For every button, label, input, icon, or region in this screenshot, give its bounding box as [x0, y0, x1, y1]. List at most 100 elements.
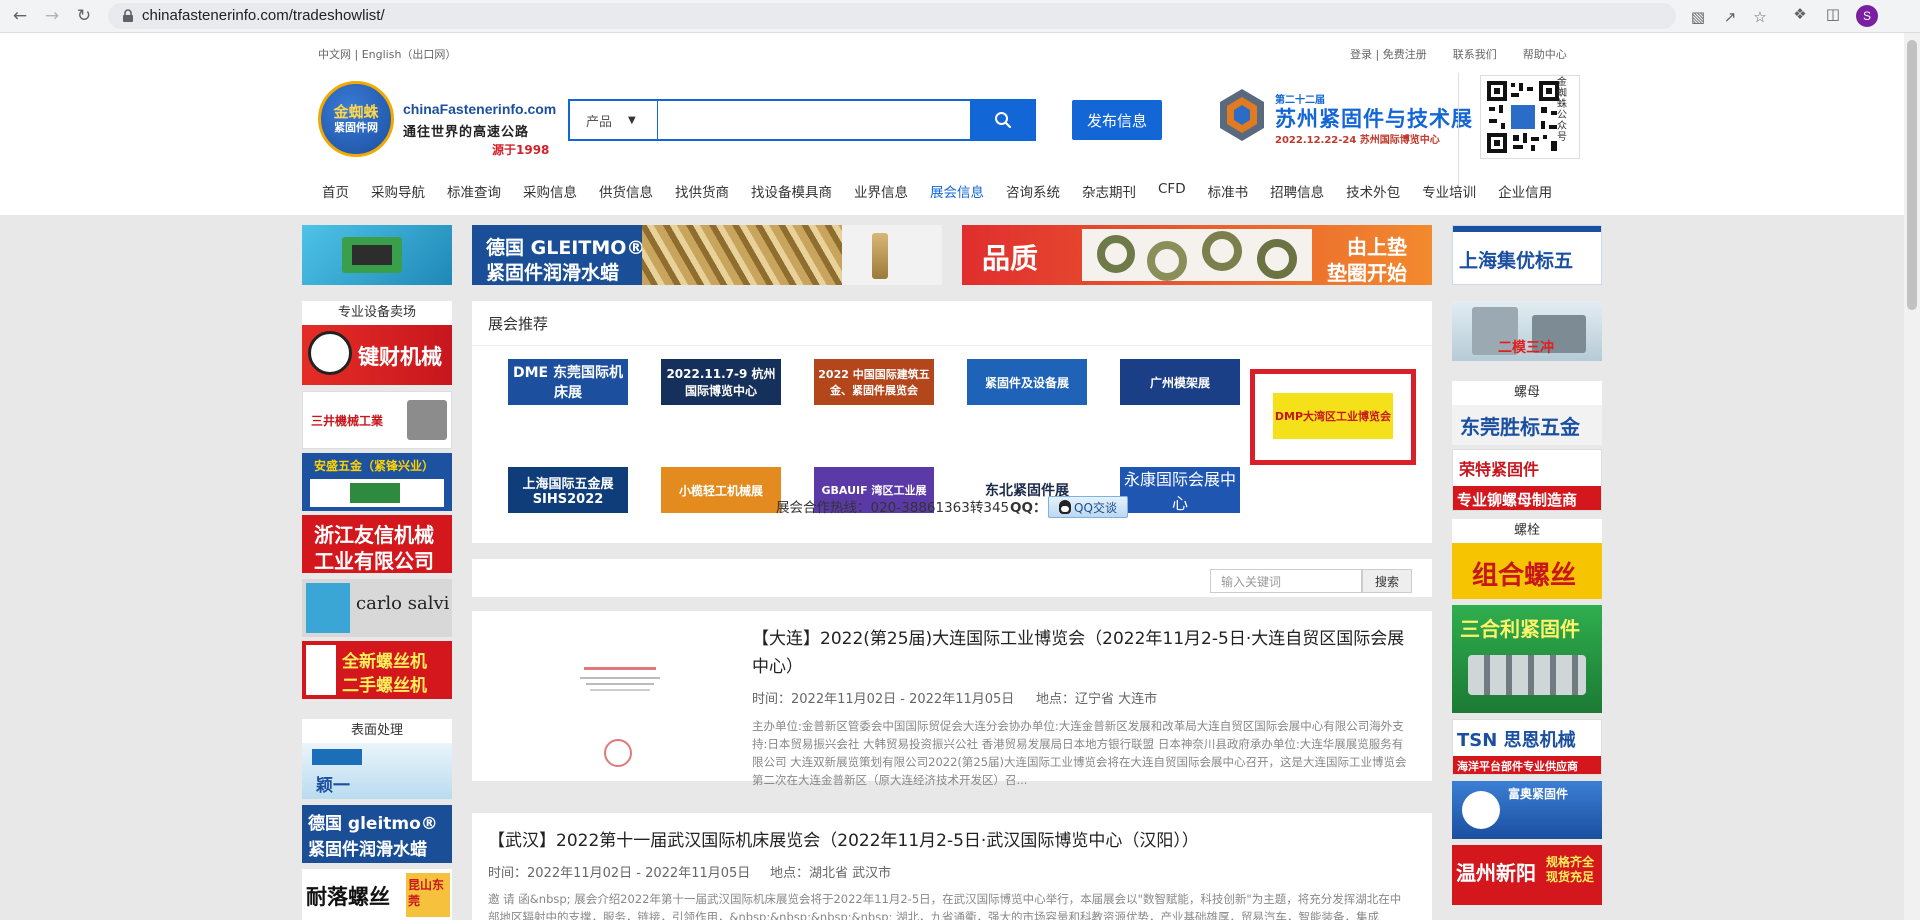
- ad-shengbiao-label: 东莞胜标五金: [1460, 415, 1580, 439]
- ad-left-top[interactable]: [302, 225, 452, 285]
- site-logo[interactable]: 金蜘蛛 紧固件网: [318, 81, 394, 157]
- ad-washer-quality[interactable]: 品质 由上垫 垫圈开始: [962, 225, 1432, 285]
- list-item-title[interactable]: 【大连】2022(第25届)大连国际工业博览会（2022年11月2-5日·大连自…: [752, 625, 1412, 681]
- ad-yingyi-label: 颖一: [316, 776, 350, 796]
- ad-gleitmo-side-line1: 德国 gleitmo®: [308, 814, 438, 834]
- ad-screw-machine[interactable]: 全新螺丝机 二手螺丝机: [302, 641, 452, 699]
- ad-yingyi[interactable]: 颖一: [302, 743, 452, 799]
- extensions-puzzle-icon[interactable]: ❖: [1790, 4, 1810, 24]
- back-arrow-icon[interactable]: ←: [8, 4, 32, 28]
- exhibition-logo-hardware-expo[interactable]: 2022 中国国际建筑五金、紧固件展览会: [814, 359, 934, 405]
- nav-item-3[interactable]: 采购信息: [523, 181, 577, 201]
- ad-wenzhou-xinyang[interactable]: 温州新阳 规格齐全 现货充足: [1452, 845, 1602, 905]
- search-button[interactable]: [970, 99, 1036, 141]
- list-item-description: 主办单位:金普新区管委会中国国际贸促会大连分会协办单位:大连金普新区发展和改革局…: [752, 719, 1407, 787]
- ad-right-jiyou[interactable]: 上海集优标五: [1452, 225, 1602, 285]
- nav-item-14[interactable]: 技术外包: [1346, 181, 1400, 201]
- nav-item-13[interactable]: 招聘信息: [1270, 181, 1324, 201]
- url-text[interactable]: chinafastenerinfo.com/tradeshowlist/: [142, 7, 385, 24]
- nav-item-8[interactable]: 展会信息: [930, 181, 984, 201]
- login-register-link[interactable]: 登录 | 免费注册: [1350, 46, 1427, 62]
- language-links[interactable]: 中文网 | English（出口网）: [318, 46, 456, 62]
- gleitmo-banner-line1: 德国 GLEITMO®: [486, 237, 646, 259]
- translate-icon[interactable]: ▧: [1688, 7, 1708, 27]
- ad-tsn-label: TSN 思恩机械: [1457, 730, 1576, 751]
- nav-item-12[interactable]: 标准书: [1208, 181, 1249, 201]
- exhibition-logo-fastener-equipment[interactable]: 紧固件及设备展: [967, 359, 1087, 405]
- qq-chat-button[interactable]: QQ交谈: [1048, 496, 1128, 518]
- exhibition-logo-dme-label: DME 东莞国际机床展: [513, 365, 623, 401]
- nav-item-15[interactable]: 专业培训: [1422, 181, 1476, 201]
- account-links: 登录 | 免费注册 联系我们 帮助中心: [1350, 46, 1567, 62]
- nav-item-11[interactable]: CFD: [1158, 181, 1186, 201]
- exhibition-logo-sihs[interactable]: 上海国际五金展 SIHS2022: [508, 467, 628, 513]
- nav-item-6[interactable]: 找设备模具商: [751, 181, 832, 201]
- ad-ansheng-label: 安盛五金（紧锋兴业）: [314, 459, 435, 473]
- ad-fuao[interactable]: 富奥紧固件: [1452, 781, 1602, 839]
- nav-item-1[interactable]: 采购导航: [371, 181, 425, 201]
- bookmark-star-icon[interactable]: ☆: [1750, 7, 1770, 27]
- right-section-bolt-title: 螺栓: [1452, 519, 1602, 543]
- side-panel-icon[interactable]: ◫: [1823, 4, 1843, 24]
- logo-text-sub: 紧固件网: [334, 120, 378, 134]
- lock-icon[interactable]: [120, 8, 136, 24]
- ad-jiancai[interactable]: 键财机械: [302, 325, 452, 385]
- exhibition-panel-divider: [472, 345, 1432, 346]
- expo-title[interactable]: 苏州紧固件与技术展: [1275, 103, 1473, 133]
- ad-carlo-salvi[interactable]: carlo salvi: [302, 579, 452, 637]
- site-search: 产品 ▼: [568, 99, 1036, 141]
- nav-item-9[interactable]: 咨询系统: [1006, 181, 1060, 201]
- nav-item-2[interactable]: 标准查询: [447, 181, 501, 201]
- nav-item-5[interactable]: 找供货商: [675, 181, 729, 201]
- exhibition-logo-hangzhou[interactable]: 2022.11.7-9 杭州国际博览中心: [661, 359, 781, 405]
- ad-sanheli[interactable]: 三合利紧固件: [1452, 605, 1602, 713]
- list-item-title[interactable]: 【武汉】2022第十一届武汉国际机床展览会（2022年11月2-5日·武汉国际博…: [488, 827, 1418, 855]
- main-nav: 首页 采购导航 标准查询 采购信息 供货信息 找供货商 找设备模具商 业界信息 展会信息 咨询系统…: [322, 181, 1574, 201]
- ad-jiancai-label: 键财机械: [358, 345, 442, 369]
- quality-banner-word: 品质: [982, 242, 1039, 275]
- contact-link[interactable]: 联系我们: [1453, 46, 1497, 62]
- ad-shengbiao[interactable]: 东莞胜标五金: [1452, 405, 1602, 445]
- publish-info-button[interactable]: 发布信息: [1072, 100, 1162, 140]
- scrollbar-thumb[interactable]: [1907, 40, 1917, 310]
- help-link[interactable]: 帮助中心: [1523, 46, 1567, 62]
- profile-avatar[interactable]: S: [1856, 5, 1878, 27]
- nav-item-10[interactable]: 杂志期刊: [1082, 181, 1136, 201]
- ad-combo-screw[interactable]: 组合螺丝: [1452, 543, 1602, 599]
- ad-gleitmo-banner[interactable]: 德国 GLEITMO® 紧固件润滑水蜡: [472, 225, 942, 285]
- exhibition-logo-hardware-expo-label: 2022 中国国际建筑五金、紧固件展览会: [818, 368, 930, 397]
- keyword-search-button[interactable]: 搜索: [1362, 569, 1412, 593]
- search-category-select[interactable]: 产品 ▼: [570, 101, 658, 139]
- nav-item-16[interactable]: 企业信用: [1498, 181, 1552, 201]
- exhibition-logo-guangzhou-mold[interactable]: 广州模架展: [1120, 359, 1240, 405]
- expo-hexagon-logo[interactable]: [1212, 85, 1272, 145]
- chevron-down-icon: ▼: [628, 114, 636, 126]
- reload-icon[interactable]: ↻: [72, 4, 96, 28]
- ad-ansheng[interactable]: 安盛五金（紧锋兴业）: [302, 453, 452, 511]
- nav-item-4[interactable]: 供货信息: [599, 181, 653, 201]
- ad-youxin[interactable]: 浙江友信机械 工业有限公司: [302, 515, 452, 573]
- ad-nylok[interactable]: 耐落螺丝 昆山东莞: [302, 869, 452, 920]
- ad-rongte[interactable]: 荣特紧固件 专业铆螺母制造商: [1452, 449, 1602, 511]
- ad-youxin-line2: 工业有限公司: [314, 549, 434, 573]
- forward-arrow-icon[interactable]: →: [40, 4, 64, 28]
- ad-jiyou-label: 上海集优标五: [1459, 250, 1574, 272]
- expo-date: 2022.12.22-24 苏州国际博览中心: [1275, 135, 1440, 146]
- nav-item-7[interactable]: 业界信息: [854, 181, 908, 201]
- exhibition-logo-xiaolan[interactable]: 小榄轻工机械展: [661, 467, 781, 513]
- ad-two-die-three-blow[interactable]: 二模三冲: [1452, 301, 1602, 361]
- ad-tsn[interactable]: TSN 思恩机械 海洋平台部件专业供应商: [1452, 719, 1602, 775]
- exhibition-logo-yongkang[interactable]: 永康国际会展中心: [1120, 467, 1240, 513]
- ad-mitsui[interactable]: 三井機械工業: [302, 391, 452, 449]
- list-item-place: 地点：辽宁省 大连市: [1036, 692, 1158, 707]
- search-input[interactable]: [660, 101, 960, 139]
- ad-mitsui-label: 三井機械工業: [311, 414, 384, 428]
- share-icon[interactable]: ↗: [1720, 7, 1740, 27]
- nav-item-0[interactable]: 首页: [322, 181, 349, 201]
- exhibition-logo-xiaolan-label: 小榄轻工机械展: [678, 483, 763, 498]
- ad-gleitmo-side[interactable]: 德国 gleitmo® 紧固件润滑水蜡: [302, 805, 452, 863]
- list-item-thumbnail[interactable]: [560, 659, 680, 779]
- address-bar[interactable]: chinafastenerinfo.com/tradeshowlist/ ▧ ↗…: [108, 3, 1767, 29]
- exhibition-logo-dme[interactable]: DME 东莞国际机床展: [508, 359, 628, 405]
- keyword-search-input[interactable]: 输入关键词: [1210, 569, 1362, 593]
